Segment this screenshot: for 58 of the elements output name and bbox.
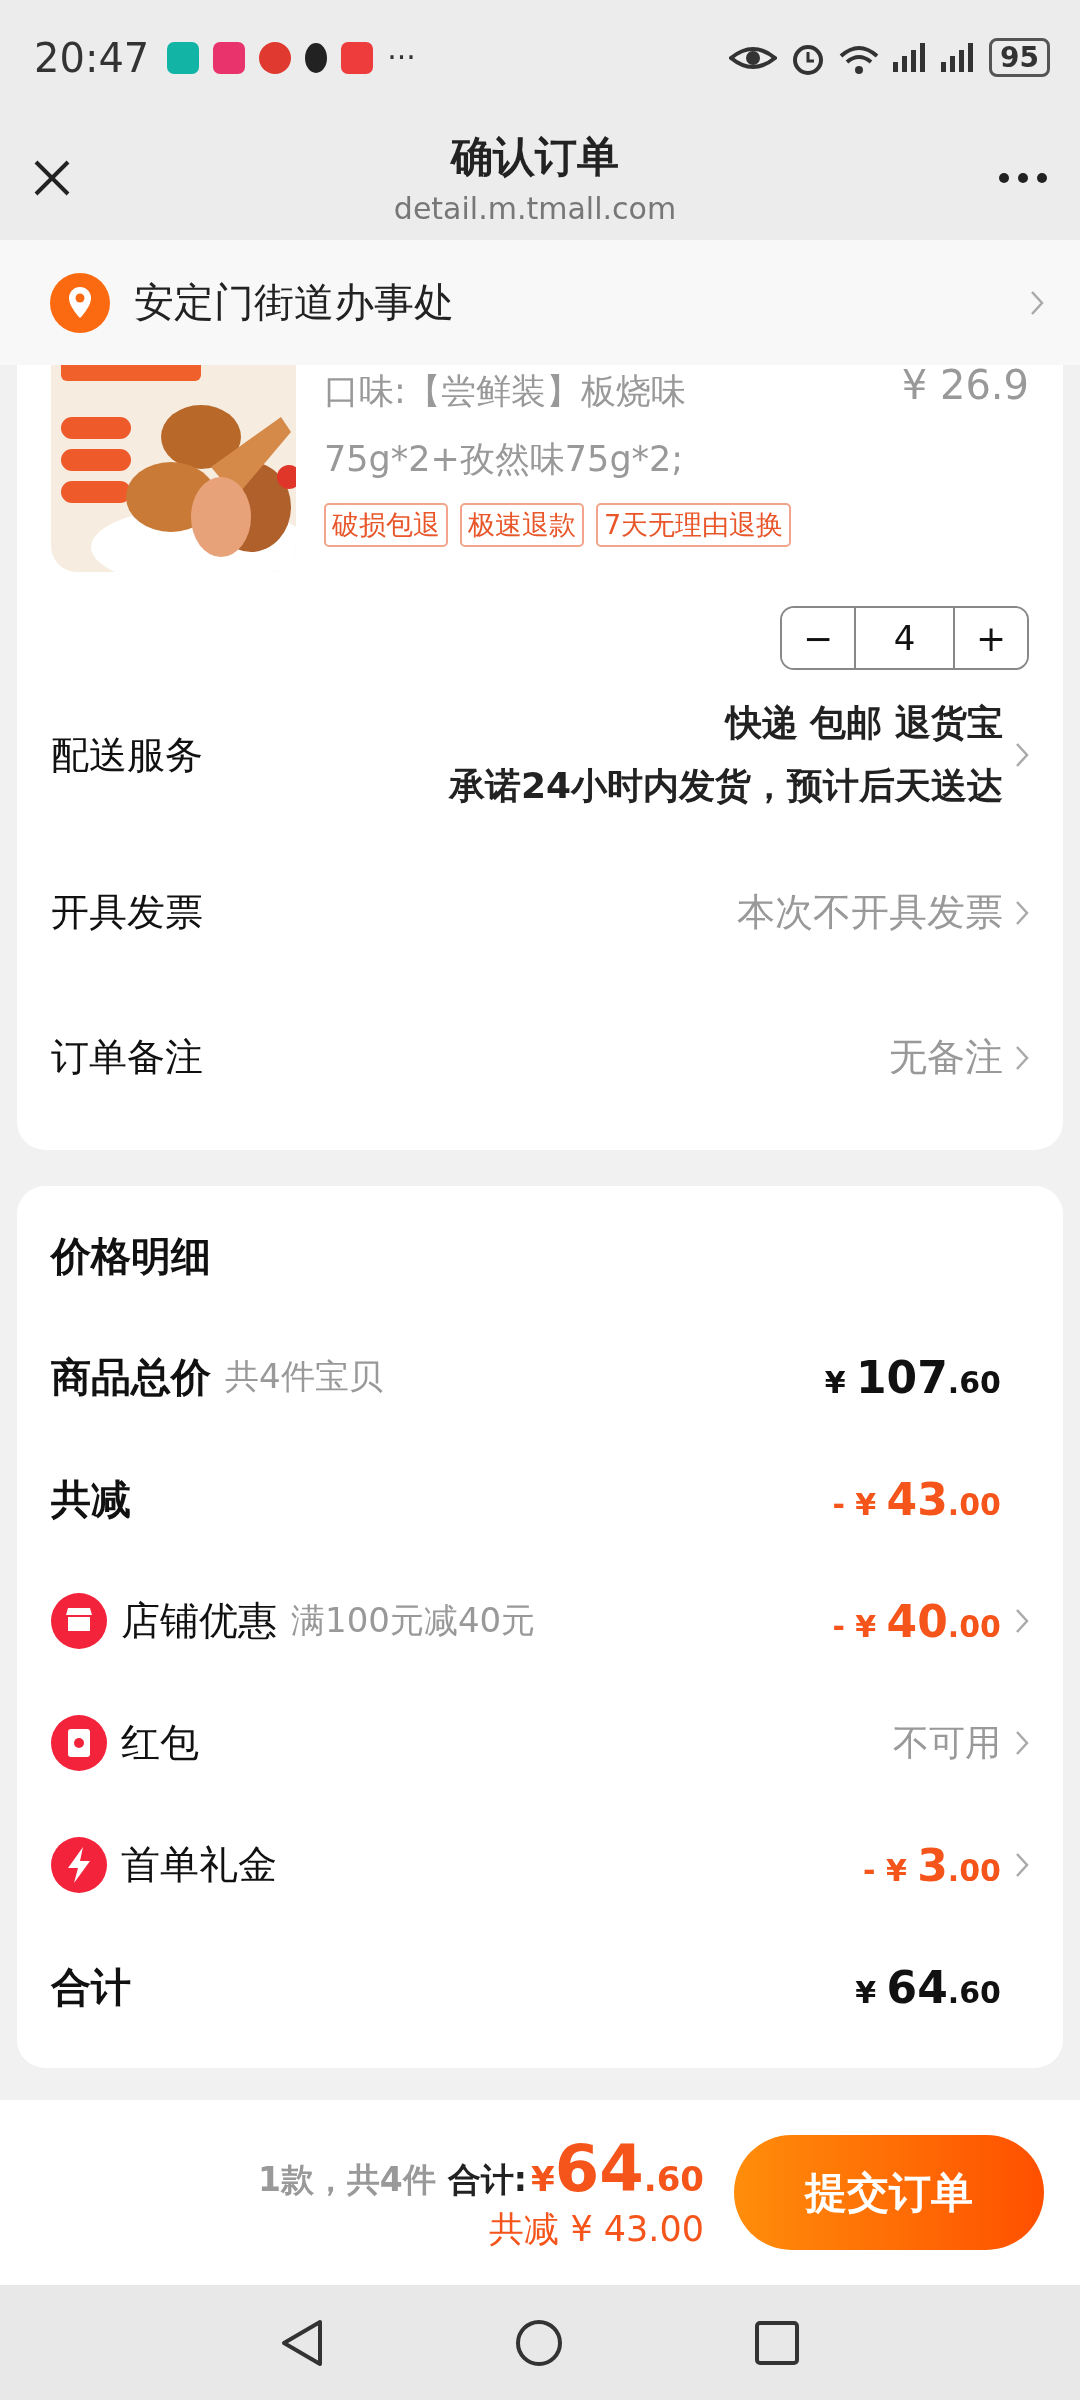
more-icon[interactable] <box>998 171 1048 184</box>
address-text: 安定门街道办事处 <box>134 278 455 327</box>
price-amount: - ¥ 43.00 <box>832 1473 1001 1525</box>
app-notification-icon <box>341 41 374 74</box>
app-notification-icon <box>213 41 246 74</box>
lightning-icon <box>51 1837 107 1893</box>
price-amount: - ¥ 3.00 <box>863 1839 1001 1891</box>
service-tag: 7天无理由退换 <box>596 503 792 547</box>
item-count: 1款，共4件 <box>257 2159 436 2201</box>
product-spec: 口味:【尝鲜装】板烧味75g*2+孜然味75g*2; <box>324 370 687 481</box>
price-label: 共减 <box>51 1474 131 1524</box>
price-label: 合计 <box>51 1962 131 2012</box>
delivery-info: 快递 包邮 退货宝 <box>725 701 1003 745</box>
price-label: 红包 <box>121 1719 199 1767</box>
service-tag: 破损包退 <box>324 503 448 547</box>
order-option-row[interactable]: 配送服务 快递 包邮 退货宝 承诺24小时内发货，预计后天送达 <box>51 670 1029 840</box>
chevron-icon <box>1030 289 1044 316</box>
price-label: 首单礼金 <box>121 1841 277 1889</box>
price-value: 不可用 <box>893 1720 1001 1765</box>
price-amount: ¥ 107.60 <box>824 1351 1001 1403</box>
back-icon[interactable] <box>280 2317 324 2368</box>
recents-icon[interactable] <box>754 2319 800 2366</box>
signal-icon <box>941 42 976 73</box>
chevron-icon <box>1015 742 1029 768</box>
more-notifications: ··· <box>387 40 416 75</box>
price-note: 满100元减40元 <box>291 1599 536 1642</box>
page-url: detail.m.tmall.com <box>393 191 677 226</box>
option-label: 开具发票 <box>51 889 203 936</box>
total-label: 合计: <box>447 2159 528 2201</box>
address-bar[interactable]: 安定门街道办事处 <box>0 240 1080 365</box>
chevron-icon <box>1015 1044 1029 1071</box>
order-option-row[interactable]: 订单备注 无备注 <box>51 985 1029 1130</box>
chevron-icon <box>1015 899 1029 926</box>
page-title: 确认订单 <box>451 131 619 183</box>
option-label: 配送服务 <box>51 731 203 779</box>
total-amount: ¥64.60 <box>531 2132 704 2206</box>
home-icon[interactable] <box>514 2317 564 2368</box>
signal-icon <box>893 42 928 73</box>
price-label: 店铺优惠 <box>121 1597 277 1645</box>
location-icon <box>50 272 110 333</box>
section-title: 价格明细 <box>51 1232 212 1281</box>
service-tag: 极速退款 <box>460 503 584 547</box>
price-amount: ¥ 64.60 <box>855 1961 1001 2013</box>
battery-level: 95 <box>989 38 1050 77</box>
price-amount: - ¥ 40.00 <box>832 1595 1001 1647</box>
shop-icon <box>51 1593 107 1649</box>
app-notification-icon <box>259 41 292 74</box>
option-value: 无备注 <box>888 1034 1003 1081</box>
price-note: 共4件宝贝 <box>225 1355 383 1398</box>
order-option-row[interactable]: 开具发票 本次不开具发票 <box>51 840 1029 985</box>
delivery-info: 承诺24小时内发货，预计后天送达 <box>448 764 1003 808</box>
app-notification-icon <box>167 41 200 74</box>
option-label: 订单备注 <box>51 1034 203 1081</box>
clock: 20:47 <box>34 34 150 81</box>
price-label: 商品总价 <box>51 1352 211 1402</box>
option-value: 本次不开具发票 <box>736 889 1003 936</box>
gift-packet-icon <box>51 1715 107 1771</box>
discount-total: 共减 ¥ 43.00 <box>489 2208 704 2251</box>
